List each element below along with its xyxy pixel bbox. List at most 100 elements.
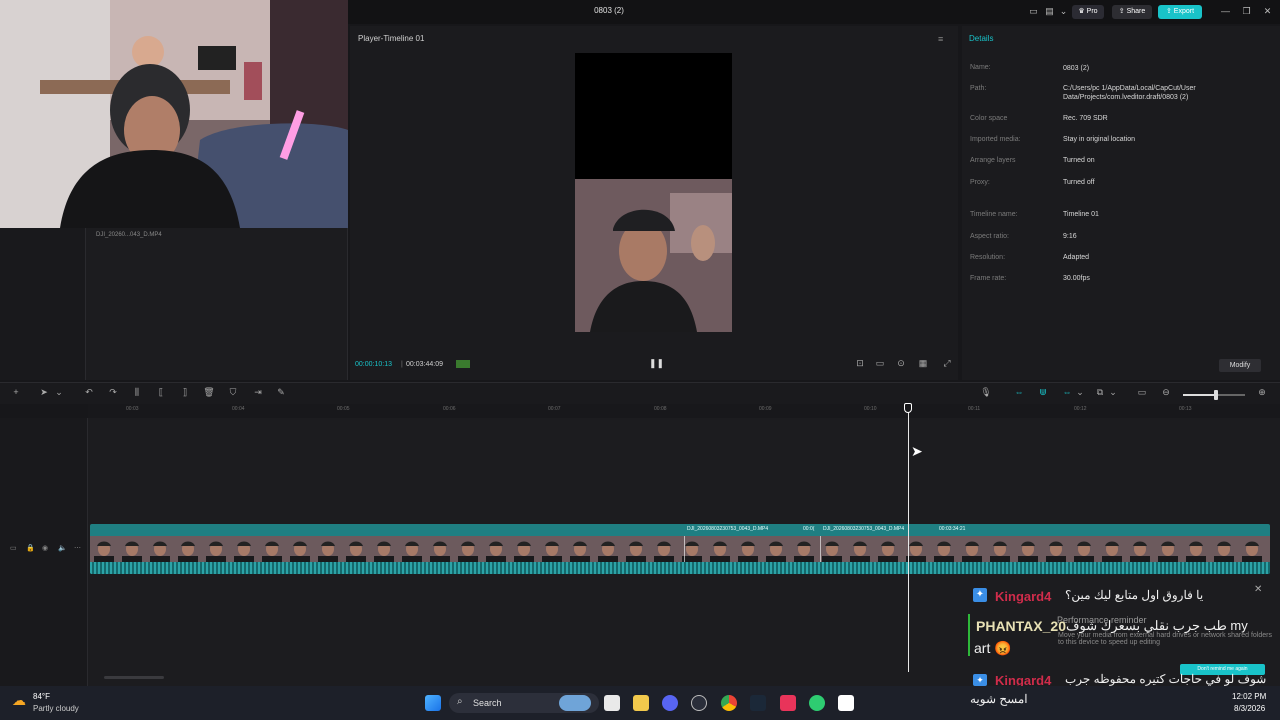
- marker-icon[interactable]: ⛉: [227, 387, 239, 398]
- maximize-icon[interactable]: ❐: [1241, 6, 1252, 17]
- eye-icon[interactable]: ◉: [42, 544, 48, 552]
- link-icon[interactable]: ⇔: [1013, 387, 1025, 397]
- detail-label: Aspect ratio:: [970, 233, 1009, 240]
- detail-label: Imported media:: [970, 136, 1021, 143]
- audio-meter-icon: [456, 360, 470, 368]
- timecode-separator: |: [401, 361, 403, 368]
- close-icon[interactable]: ✕: [1262, 6, 1273, 17]
- snap-icon[interactable]: ⇔: [1061, 387, 1073, 397]
- share-button[interactable]: ⇪ Share: [1112, 5, 1152, 19]
- clock-date: 8/3/2026: [1234, 704, 1266, 713]
- detail-value: 0803 (2): [1063, 65, 1090, 72]
- add-track-icon[interactable]: +: [10, 387, 22, 397]
- minimize-icon[interactable]: —: [1220, 6, 1231, 17]
- preview-axis-icon[interactable]: ⧉: [1094, 387, 1106, 398]
- video-clip[interactable]: DJI_20260803230753_0043_D.MP4 00:0( DJI_…: [90, 524, 1270, 574]
- layout-icon[interactable]: ▭: [1028, 6, 1039, 17]
- ruler-tick: 00:07: [548, 406, 561, 412]
- microphone-icon[interactable]: 🎙: [980, 387, 992, 398]
- more-icon[interactable]: ⋯: [74, 544, 81, 552]
- horizontal-scrollbar[interactable]: [104, 676, 164, 679]
- twitch-badge-icon: ✦: [973, 674, 987, 686]
- details-title: Details: [969, 34, 994, 43]
- obs-icon[interactable]: [691, 695, 707, 711]
- search-label: Search: [473, 698, 502, 708]
- chat-message: يا فاروق اول متابع ليك مين؟: [1065, 588, 1204, 602]
- pause-button[interactable]: ❚❚: [649, 358, 664, 369]
- undo-icon[interactable]: ↶: [83, 387, 95, 398]
- delete-icon[interactable]: 🗑: [203, 387, 215, 398]
- player-title: Player-Timeline 01: [358, 34, 425, 43]
- windows-start-icon[interactable]: [425, 695, 441, 711]
- detail-value: Turned on: [1063, 157, 1095, 164]
- clip-label: DJI_20260803230753_0043_D.MP4: [687, 526, 769, 532]
- menu-icon[interactable]: ≡: [938, 34, 943, 44]
- chevron-down-icon[interactable]: ⌄: [1074, 387, 1086, 398]
- detail-label: Arrange layers: [970, 157, 1016, 164]
- fullscreen-icon[interactable]: ⤢: [941, 358, 953, 369]
- video-preview[interactable]: [575, 53, 732, 332]
- captions-icon[interactable]: ▭: [1136, 387, 1148, 398]
- detail-label: Name:: [970, 64, 991, 71]
- chat-highlight-bar: [968, 614, 970, 656]
- taskbar-search[interactable]: ⌕ Search: [449, 693, 599, 713]
- playhead-handle[interactable]: [904, 403, 912, 413]
- zoom-in-icon[interactable]: ⊕: [1256, 387, 1268, 398]
- search-icon: ⌕: [457, 696, 463, 707]
- ruler-tick: 00:13: [1179, 406, 1192, 412]
- chat-message: طب جرب نقلي بسعرك شوف my: [1066, 618, 1248, 633]
- zoom-slider-fill: [1183, 394, 1217, 396]
- draw-icon[interactable]: ✎: [275, 387, 287, 398]
- capcut-icon[interactable]: [838, 695, 854, 711]
- close-icon[interactable]: ✕: [1254, 584, 1262, 595]
- modify-button[interactable]: Modify: [1219, 359, 1261, 372]
- zoom-out-icon[interactable]: ⊖: [1160, 387, 1172, 398]
- detail-value: Timeline 01: [1063, 211, 1099, 218]
- task-view-icon[interactable]: [604, 695, 620, 711]
- export-button[interactable]: ⇪ Export: [1158, 5, 1202, 19]
- lock-icon[interactable]: 🔒: [26, 544, 35, 552]
- track-cover-icon[interactable]: ▭: [10, 544, 17, 552]
- crop-icon[interactable]: ⊡: [854, 358, 866, 369]
- magnet-icon[interactable]: ⋓: [1037, 387, 1049, 398]
- player-panel: Player-Timeline 01 ≡ 00:00:10:13 | 00:03…: [350, 26, 958, 380]
- ruler-tick: 00:06: [443, 406, 456, 412]
- media-file-name[interactable]: DJI_20260...043_D.MP4: [96, 232, 162, 238]
- chevron-down-icon[interactable]: ⌄: [1107, 387, 1119, 398]
- trim-left-icon[interactable]: ⟦: [155, 387, 167, 398]
- screen-icon[interactable]: ▤: [1044, 6, 1055, 17]
- playhead[interactable]: [908, 406, 909, 672]
- chevron-down-icon[interactable]: ⌄: [53, 387, 65, 398]
- spotify-icon[interactable]: [809, 695, 825, 711]
- ruler-tick: 00:08: [654, 406, 667, 412]
- weather-desc: Partly cloudy: [33, 704, 79, 713]
- pro-button[interactable]: ♛ Pro: [1072, 5, 1104, 19]
- trim-right-icon[interactable]: ⟧: [179, 387, 191, 398]
- quality-icon[interactable]: ▦: [917, 358, 929, 369]
- freeze-icon[interactable]: ⇥: [252, 387, 264, 398]
- select-tool-icon[interactable]: ➤: [38, 387, 50, 398]
- snapshot-icon[interactable]: ⊙: [895, 358, 907, 369]
- tiktok-icon[interactable]: [780, 695, 796, 711]
- chevron-down-icon[interactable]: ⌄: [1058, 6, 1069, 17]
- zoom-slider-handle[interactable]: [1214, 390, 1218, 400]
- weather-temp: 84°F: [33, 692, 50, 701]
- chat-username: PHANTAX_20: [976, 618, 1066, 634]
- chrome-icon[interactable]: [721, 695, 737, 711]
- discord-icon[interactable]: [662, 695, 678, 711]
- timeline-ruler[interactable]: 00:03 00:04 00:05 00:06 00:07 00:08 00:0…: [88, 404, 1280, 418]
- weather-icon[interactable]: ☁: [12, 692, 26, 709]
- search-highlight-icon: [559, 695, 591, 711]
- ratio-icon[interactable]: ▭: [874, 358, 886, 369]
- steam-icon[interactable]: [750, 695, 766, 711]
- split-icon[interactable]: ⫼: [131, 387, 143, 398]
- redo-icon[interactable]: ↷: [107, 387, 119, 398]
- detail-value: Rec. 709 SDR: [1063, 115, 1108, 122]
- ruler-tick: 00:09: [759, 406, 772, 412]
- detail-value: 30.00fps: [1063, 275, 1090, 282]
- speaker-icon[interactable]: 🔈: [58, 544, 67, 552]
- file-explorer-icon[interactable]: [633, 695, 649, 711]
- media-sidebar: [0, 228, 86, 380]
- ruler-tick: 00:05: [337, 406, 350, 412]
- timeline-toolbar: + ➤ ⌄ ↶ ↷ ⫼ ⟦ ⟧ 🗑 ⛉ ⇥ ✎ 🎙 ⇔ ⋓ ⇔ ⌄ ⧉ ⌄ ▭ …: [0, 382, 1280, 404]
